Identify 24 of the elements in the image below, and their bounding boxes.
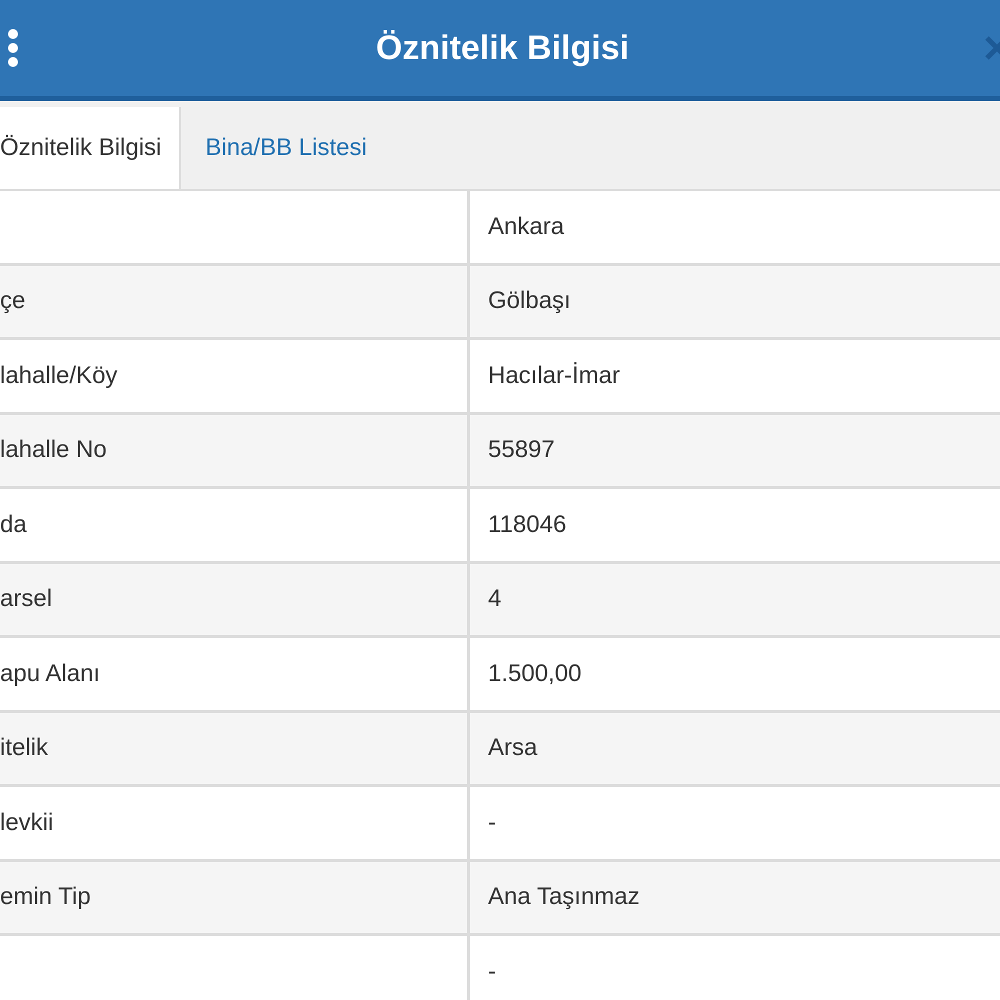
field-label: lahalle No <box>0 436 107 464</box>
field-value: 4 <box>488 585 502 614</box>
field-label: itelik <box>0 734 48 762</box>
field-value: Gölbaşı <box>488 287 571 316</box>
field-value: Arsa <box>488 734 538 762</box>
tab[interactable]: Bina/BB Listesi <box>181 107 391 189</box>
field-value: Ana Taşınmaz <box>488 883 640 912</box>
field-label: levkii <box>0 808 54 837</box>
menu-icon[interactable] <box>6 28 20 68</box>
field-value: 55897 <box>488 436 555 464</box>
field-label: çe <box>0 287 26 316</box>
field-value: Hacılar-İmar <box>488 362 620 390</box>
tab[interactable]: Öznitelik Bilgisi <box>0 107 182 189</box>
field-label: da <box>0 510 27 539</box>
window-title: Öznitelik Bilgisi <box>374 28 630 68</box>
field-value: 118046 <box>488 510 566 539</box>
field-value: Ankara <box>488 212 564 241</box>
field-label: arsel <box>0 585 52 614</box>
field-label: apu Alanı <box>0 660 100 688</box>
field-value: - <box>488 808 496 837</box>
field-label: lahalle/Köy <box>0 362 118 390</box>
field-value: - <box>488 958 496 986</box>
field-label: emin Tip <box>0 883 91 912</box>
field-value: 1.500,00 <box>488 660 582 688</box>
